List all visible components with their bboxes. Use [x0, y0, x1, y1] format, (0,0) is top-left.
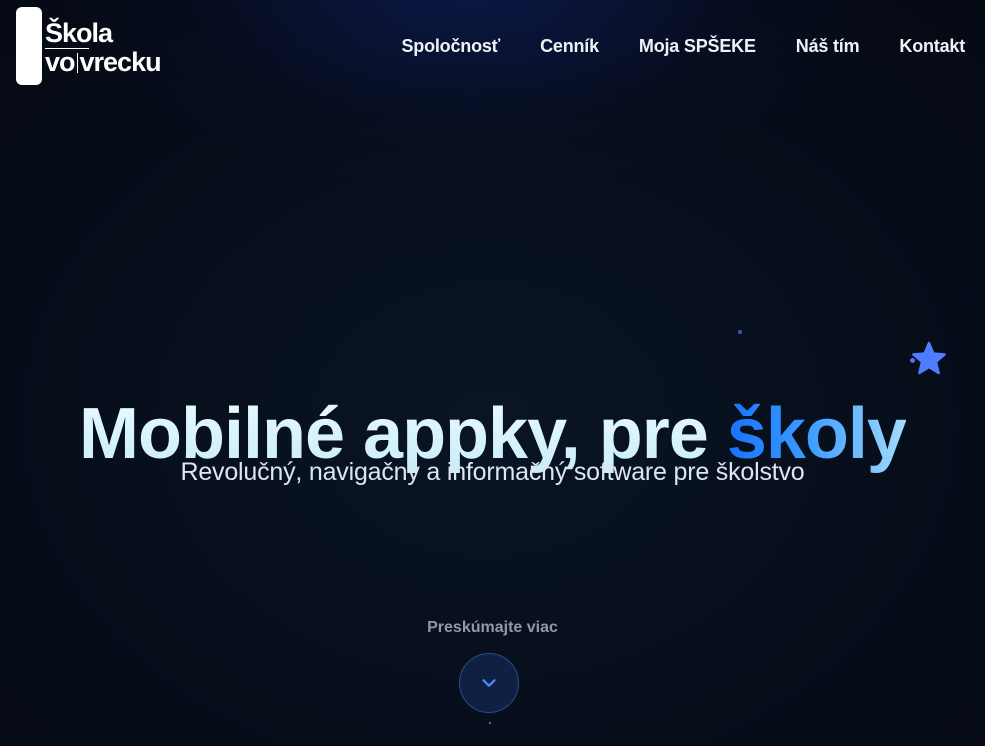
- star-icon: [912, 341, 946, 375]
- logo-vertical-separator: [76, 53, 78, 73]
- logo-line1: Škola: [45, 18, 113, 48]
- logo-word-vrecku: vrecku: [79, 47, 162, 77]
- logo-line2: vo vrecku: [45, 47, 162, 77]
- nav-link-moja-spseke[interactable]: Moja SPŠEKE: [639, 36, 756, 57]
- nav-link-nas-tim[interactable]: Náš tím: [796, 36, 860, 57]
- logo-bar: [16, 7, 42, 85]
- page: Škola vo vrecku Spoločnosť Cenník Moja SP…: [0, 0, 985, 746]
- nav-link-kontakt[interactable]: Kontakt: [899, 36, 965, 57]
- explore-more-button[interactable]: [459, 653, 519, 713]
- nav-link-cennik[interactable]: Cenník: [540, 36, 599, 57]
- chevron-down-icon: [482, 679, 496, 687]
- explore-label: Preskúmajte viac: [427, 619, 558, 636]
- nav-link-spolocnost[interactable]: Spoločnosť: [401, 36, 500, 57]
- main-nav: Spoločnosť Cenník Moja SPŠEKE Náš tím Ko…: [401, 36, 965, 57]
- hero-subtitle: Revolučný, navigačný a informačný softwa…: [180, 458, 805, 486]
- sparkle-dot: [738, 330, 742, 334]
- sparkle-dot: [489, 722, 491, 724]
- logo[interactable]: Škola vo vrecku: [16, 7, 186, 87]
- logo-word-vo: vo: [45, 47, 75, 77]
